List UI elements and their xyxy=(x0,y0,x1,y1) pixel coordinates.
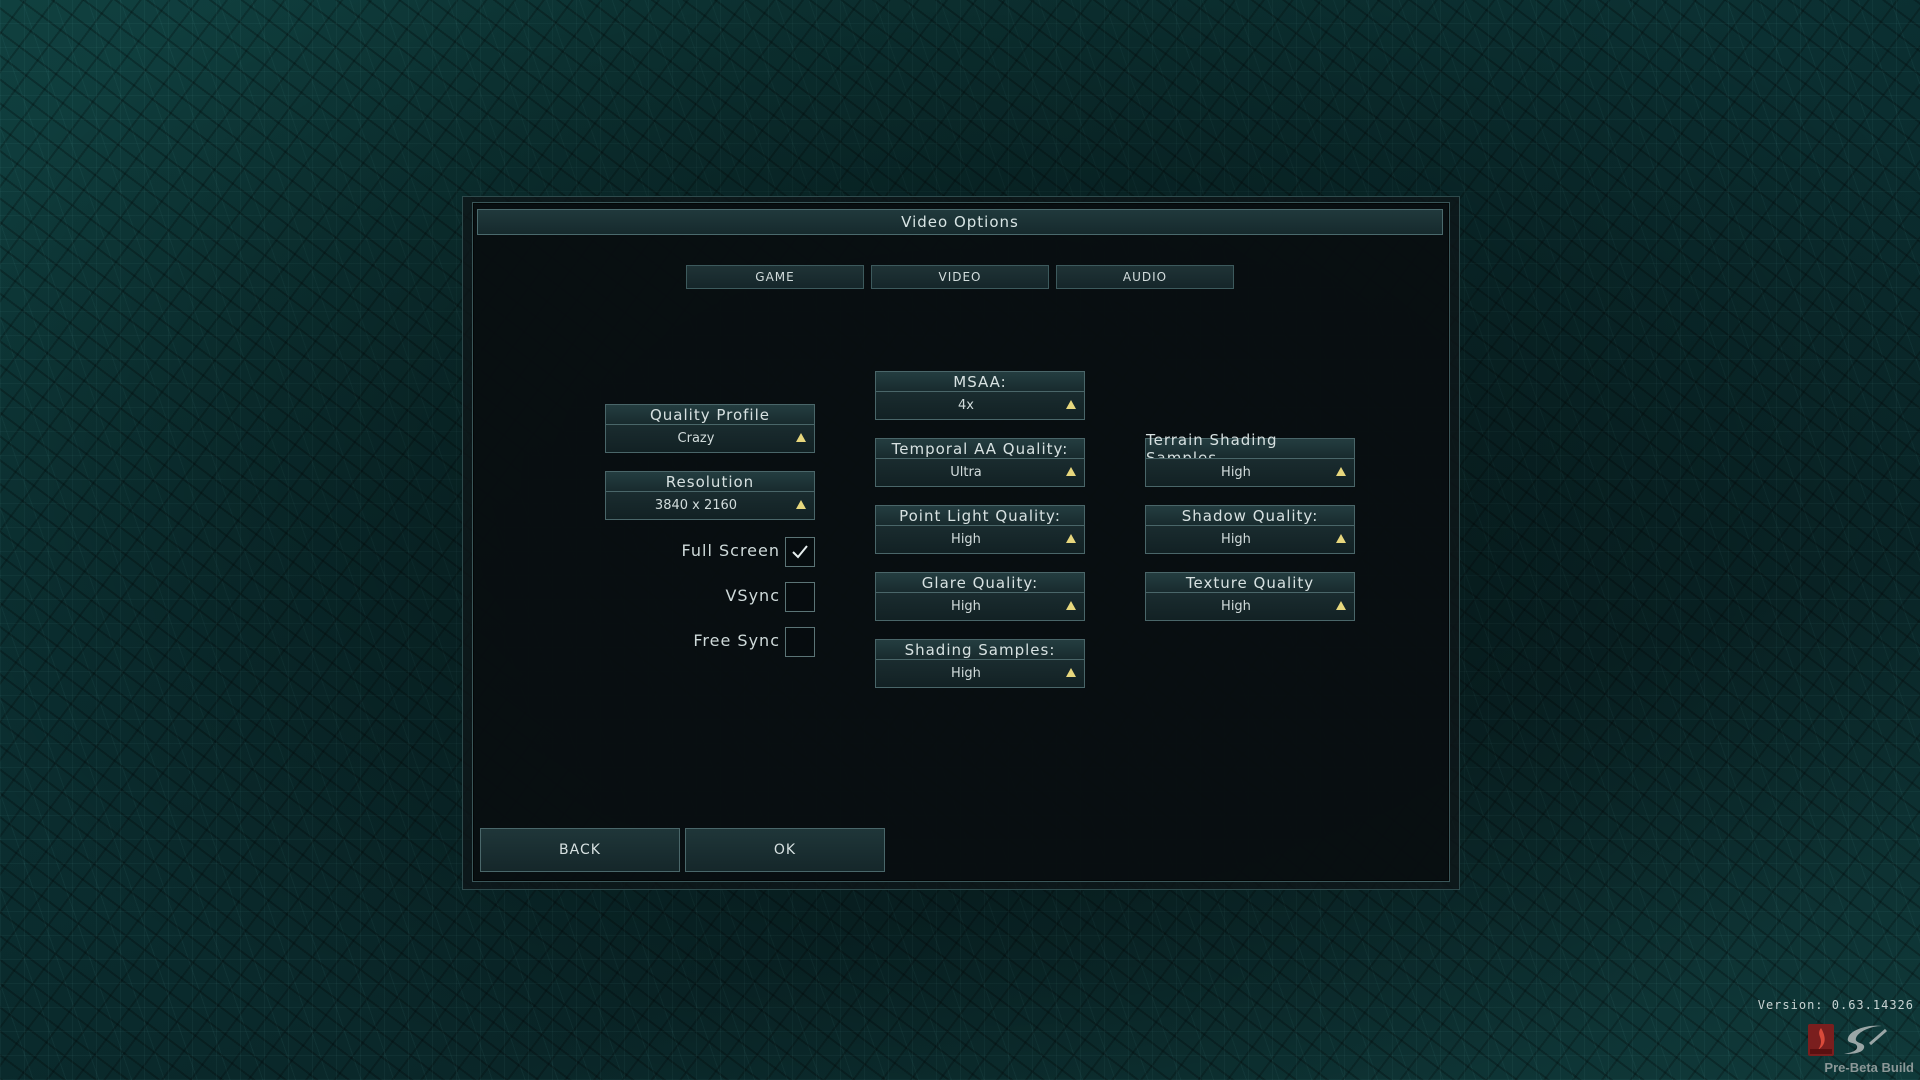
resolution-value: 3840 x 2160 xyxy=(654,498,738,513)
tab-audio[interactable]: AUDIO xyxy=(1056,265,1234,289)
ok-button[interactable]: OK xyxy=(685,828,885,872)
vsync-checkbox[interactable] xyxy=(785,582,815,612)
shading-samples-label: Shading Samples: xyxy=(875,639,1085,659)
quality-profile-dropdown[interactable]: Crazy xyxy=(605,424,815,453)
point-light-quality-value: High xyxy=(951,532,981,547)
resolution-label: Resolution xyxy=(605,471,815,491)
msaa-label: MSAA: xyxy=(875,371,1085,391)
point-light-quality-label: Point Light Quality: xyxy=(875,505,1085,525)
build-label: Pre-Beta Build xyxy=(1824,1060,1914,1075)
full-screen-checkbox[interactable] xyxy=(785,537,815,567)
dropdown-arrow-icon xyxy=(1066,601,1076,610)
terrain-shading-samples-label: Terrain Shading Samples xyxy=(1145,431,1355,467)
dropdown-arrow-icon xyxy=(1066,400,1076,409)
studio-logo-icon xyxy=(1806,1022,1836,1058)
terrain-shading-samples-value: High xyxy=(1221,465,1251,480)
resolution-dropdown[interactable]: 3840 x 2160 xyxy=(605,491,815,520)
msaa-dropdown[interactable]: 4x xyxy=(875,391,1085,420)
shadow-quality-value: High xyxy=(1221,532,1251,547)
dropdown-arrow-icon xyxy=(796,433,806,442)
dropdown-arrow-icon xyxy=(1336,467,1346,476)
temporal-aa-quality-value: Ultra xyxy=(950,465,982,480)
version-text: Version: 0.63.14326 xyxy=(1757,998,1914,1012)
dropdown-arrow-icon xyxy=(1336,534,1346,543)
msaa-value: 4x xyxy=(958,398,974,413)
dropdown-arrow-icon xyxy=(796,500,806,509)
terrain-shading-samples-dropdown[interactable]: High xyxy=(1145,458,1355,487)
game-logo-icon xyxy=(1840,1022,1890,1058)
full-screen-label: Full Screen xyxy=(681,541,780,560)
texture-quality-dropdown[interactable]: High xyxy=(1145,592,1355,621)
back-button[interactable]: BACK xyxy=(480,828,680,872)
quality-profile-label: Quality Profile xyxy=(605,404,815,424)
glare-quality-label: Glare Quality: xyxy=(875,572,1085,592)
tab-video[interactable]: VIDEO xyxy=(871,265,1049,289)
texture-quality-value: High xyxy=(1221,599,1251,614)
point-light-quality-dropdown[interactable]: High xyxy=(875,525,1085,554)
tab-game[interactable]: GAME xyxy=(686,265,864,289)
texture-quality-label: Texture Quality xyxy=(1145,572,1355,592)
glare-quality-value: High xyxy=(951,599,981,614)
temporal-aa-quality-dropdown[interactable]: Ultra xyxy=(875,458,1085,487)
vsync-label: VSync xyxy=(725,586,780,605)
temporal-aa-quality-label: Temporal AA Quality: xyxy=(875,438,1085,458)
checkmark-icon xyxy=(792,545,808,559)
dropdown-arrow-icon xyxy=(1066,668,1076,677)
shading-samples-value: High xyxy=(951,666,981,681)
shading-samples-dropdown[interactable]: High xyxy=(875,659,1085,688)
dropdown-arrow-icon xyxy=(1066,534,1076,543)
quality-profile-value: Crazy xyxy=(677,431,715,446)
dropdown-arrow-icon xyxy=(1336,601,1346,610)
shadow-quality-label: Shadow Quality: xyxy=(1145,505,1355,525)
glare-quality-dropdown[interactable]: High xyxy=(875,592,1085,621)
free-sync-checkbox[interactable] xyxy=(785,627,815,657)
dialog-title: Video Options xyxy=(477,209,1443,235)
shadow-quality-dropdown[interactable]: High xyxy=(1145,525,1355,554)
dropdown-arrow-icon xyxy=(1066,467,1076,476)
free-sync-label: Free Sync xyxy=(693,631,780,650)
